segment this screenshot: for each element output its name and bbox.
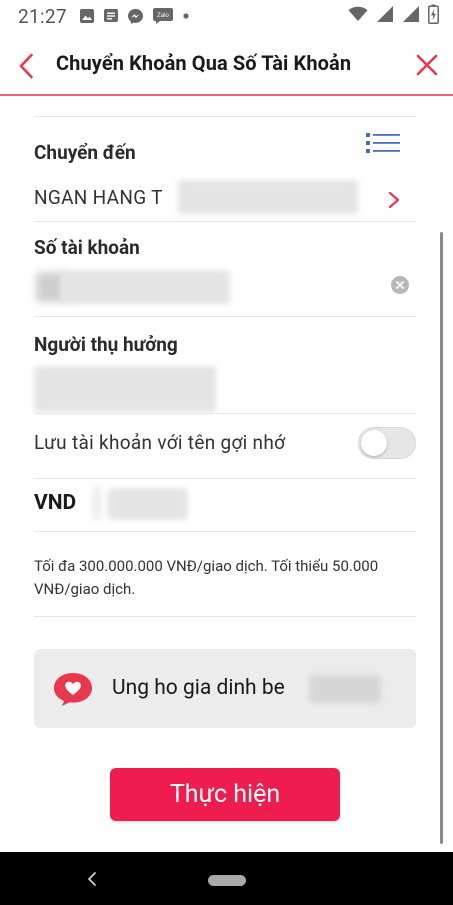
nav-home-pill[interactable] [208, 875, 246, 886]
save-account-label: Lưu tài khoản với tên gợi nhớ [34, 431, 286, 454]
scrollbar[interactable] [440, 232, 443, 844]
heart-bubble-icon [54, 673, 92, 706]
cell-signal-2-icon [402, 5, 420, 27]
zalo-label: Zalo [157, 13, 169, 19]
messenger-icon [127, 8, 144, 25]
redacted-beneficiary-name [34, 366, 216, 412]
bank-name-value[interactable]: NGAN HANG T [34, 186, 163, 209]
app-header: Chuyển Khoản Qua Số Tài Khoản [0, 33, 453, 96]
save-account-toggle[interactable] [358, 427, 416, 459]
account-number-input[interactable] [60, 270, 230, 304]
status-bar: 21:27 Zalo [0, 0, 453, 32]
nav-back-icon[interactable] [85, 870, 99, 888]
battery-charging-icon [428, 4, 439, 28]
close-icon [416, 54, 438, 76]
divider [34, 478, 416, 479]
clear-input-icon[interactable] [391, 276, 409, 294]
account-number-label: Số tài khoản [34, 236, 140, 259]
chevron-left-icon [19, 53, 33, 79]
chevron-right-icon[interactable] [387, 190, 401, 210]
status-time: 21:27 [18, 4, 67, 28]
transfer-to-label: Chuyển đến [34, 141, 136, 164]
redacted-bank-name [178, 180, 358, 214]
screen: 21:27 Zalo Chuyển Khoản Qua Số Tài Khoản… [0, 0, 453, 905]
currency-label: VND [34, 491, 77, 515]
message-icon [103, 8, 119, 24]
page-title: Chuyển Khoản Qua Số Tài Khoản [56, 51, 352, 75]
redacted-message-suffix [309, 675, 381, 703]
back-button[interactable] [13, 51, 39, 81]
cell-signal-icon [376, 5, 394, 27]
divider [34, 316, 416, 317]
wifi-icon [348, 6, 368, 26]
dot-icon [182, 12, 190, 20]
transfer-message-box[interactable]: Ung ho gia dinh be [34, 649, 416, 728]
amount-input[interactable] [108, 488, 188, 520]
message-text: Ung ho gia dinh be [112, 676, 285, 700]
toggle-knob [361, 430, 387, 456]
image-icon [79, 8, 95, 24]
amount-separator [92, 486, 102, 520]
divider [34, 221, 416, 222]
divider [34, 616, 416, 617]
system-nav-bar [0, 852, 453, 905]
limit-note: Tối đa 300.000.000 VNĐ/giao dịch. Tối th… [34, 557, 379, 598]
divider [34, 116, 416, 117]
beneficiary-label: Người thụ hưởng [34, 333, 178, 356]
divider [34, 531, 416, 532]
zalo-icon: Zalo [152, 7, 174, 25]
status-right [348, 4, 439, 28]
bank-list-icon[interactable] [366, 132, 400, 154]
close-button[interactable] [413, 51, 441, 79]
divider [34, 413, 416, 414]
submit-button[interactable]: Thực hiện [110, 768, 340, 821]
